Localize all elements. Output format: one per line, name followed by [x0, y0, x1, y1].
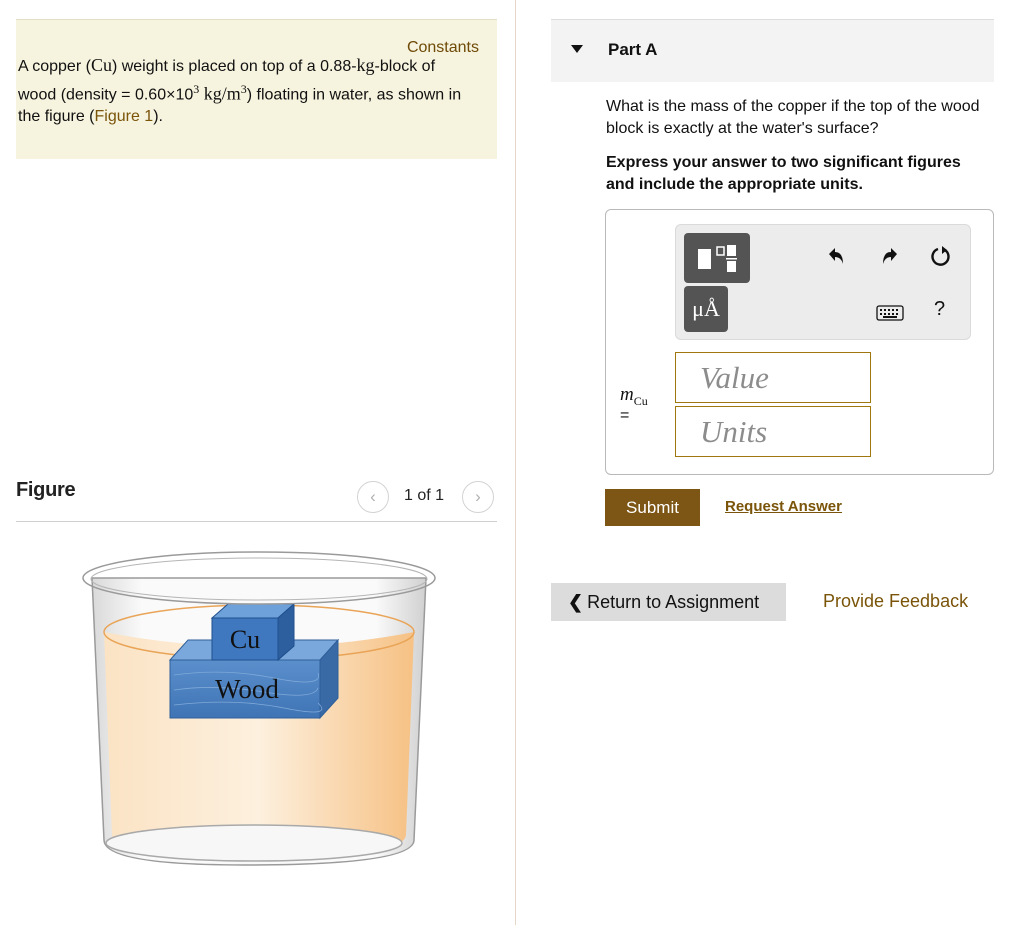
templates-icon [698, 245, 737, 272]
templates-button[interactable] [684, 233, 750, 283]
answer-variable: mCu [620, 384, 648, 409]
part-header[interactable]: Part A [551, 19, 994, 82]
equals-sign: = [620, 407, 630, 424]
wood-label: Wood [215, 674, 279, 704]
help-button[interactable]: ? [934, 298, 945, 320]
copper-symbol: Cu [90, 55, 112, 75]
chevron-left-icon: ❮ [568, 591, 584, 612]
keyboard-icon[interactable] [876, 303, 904, 325]
redo-icon[interactable] [879, 245, 901, 271]
reset-icon[interactable] [929, 245, 953, 273]
problem-text-part: A copper ( [18, 58, 91, 75]
value-input[interactable] [675, 352, 871, 403]
problem-text: A copper (Cu) weight is placed on top of… [18, 54, 468, 128]
chevron-left-icon: ‹ [370, 487, 376, 506]
instruction-text: Express your answer to two significant f… [606, 154, 961, 193]
figure-prev-button[interactable]: ‹ [357, 481, 389, 513]
caret-down-icon[interactable] [571, 45, 583, 53]
variable-symbol: m [620, 384, 634, 405]
return-label: Return to Assignment [587, 591, 760, 612]
beaker-bottom [105, 824, 403, 862]
math-toolbar: μÅ ? [675, 224, 971, 340]
column-divider [515, 0, 516, 925]
undo-icon[interactable] [825, 245, 847, 271]
density-multiplier: ×10 [166, 86, 194, 104]
copper-label: Cu [230, 625, 260, 654]
figure-next-button[interactable]: › [462, 481, 494, 513]
figure-link[interactable]: Figure 1 [94, 108, 153, 125]
figure-counter: 1 of 1 [404, 487, 445, 504]
provide-feedback-link[interactable]: Provide Feedback [823, 591, 968, 612]
chevron-right-icon: › [475, 487, 481, 506]
problem-text-part: ) weight is placed on top of a 0.88- [111, 58, 357, 75]
problem-text-part: ). [153, 108, 163, 126]
units-input[interactable] [675, 406, 871, 457]
question-text: What is the mass of the copper if the to… [606, 98, 980, 137]
request-answer-link[interactable]: Request Answer [725, 498, 842, 515]
figure-title: Figure [16, 479, 76, 501]
variable-subscript: Cu [633, 393, 648, 408]
units-button[interactable]: μÅ [684, 286, 728, 332]
mass-unit: kg [356, 55, 375, 75]
density-unit: kg/m [199, 83, 241, 104]
submit-button[interactable]: Submit [605, 489, 700, 526]
beaker-figure: Cu Wood [82, 551, 436, 866]
figure-header: Figure ‹ 1 of 1 › [16, 476, 497, 522]
return-to-assignment-button[interactable]: ❮ Return to Assignment [551, 583, 786, 621]
part-title: Part A [608, 40, 658, 59]
